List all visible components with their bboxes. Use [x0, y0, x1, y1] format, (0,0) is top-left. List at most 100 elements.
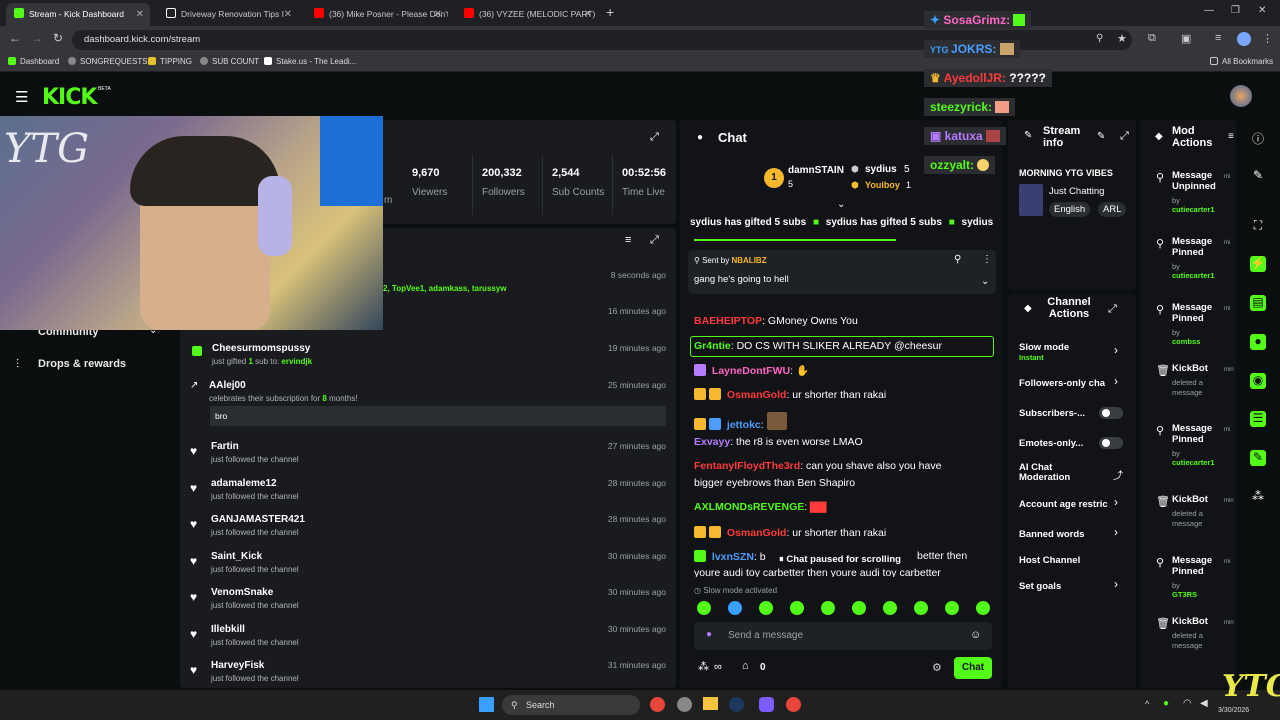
user-avatar[interactable] [1230, 85, 1252, 107]
chat-paused-banner[interactable]: ⏸ Chat paused for scrolling [775, 552, 905, 568]
tray-app-icon[interactable]: ● [1163, 698, 1169, 709]
emote-button[interactable] [759, 601, 773, 615]
chat-icon[interactable]: ● [1250, 334, 1266, 350]
subscribers-only-toggle[interactable] [1099, 407, 1123, 419]
bookmark-dashboard[interactable]: Dashboard [8, 57, 59, 66]
chat-user[interactable]: Exvayy [694, 436, 730, 448]
action-banned-words[interactable]: Banned words [1019, 529, 1084, 540]
emote-button[interactable] [728, 601, 742, 615]
close-icon[interactable]: ✕ [284, 3, 292, 26]
expand-icon[interactable]: ⤢ [1108, 303, 1117, 316]
emote-button[interactable] [852, 601, 866, 615]
mod-action-user[interactable]: combss [1172, 337, 1236, 346]
chat-user[interactable]: BAEHEIPTOP [694, 315, 762, 327]
edit-icon[interactable]: ✎ [1250, 168, 1266, 184]
mod-action-user[interactable]: cutiecarter1 [1172, 205, 1236, 214]
folder-icon[interactable] [703, 697, 718, 710]
taskbar-search[interactable]: ⚲ Search [502, 695, 640, 715]
wrench-icon[interactable]: ✎ [1250, 450, 1266, 466]
external-link-icon[interactable]: ⤴ [1113, 467, 1123, 482]
tab-stream-dashboard[interactable]: Stream - Kick Dashboard ✕ [6, 3, 150, 26]
chrome-icon[interactable] [650, 697, 665, 712]
tag-arl[interactable]: ARL [1098, 202, 1127, 217]
action-slow-mode[interactable]: Slow mode Instant [1019, 342, 1069, 362]
steam-icon[interactable] [729, 697, 744, 712]
info-icon[interactable]: ⓘ [1250, 130, 1266, 146]
bookmark-stake[interactable]: Stake.us - The Leadi... [264, 57, 356, 66]
chat-user[interactable]: lvxnSZN [712, 551, 754, 563]
gift-icon[interactable]: ⌂ [742, 660, 749, 672]
extensions-icon[interactable]: ⧉ [1148, 32, 1156, 45]
stream-category[interactable]: Just Chatting [1049, 186, 1104, 197]
bookmark-tipping[interactable]: TIPPING [148, 57, 192, 66]
star-icon[interactable]: ★ [1117, 32, 1127, 45]
action-subscribers-only[interactable]: Subscribers-... [1019, 408, 1085, 419]
settings-gear-icon[interactable]: ⚙ [932, 661, 942, 674]
filter-icon[interactable]: ≡ [625, 234, 631, 246]
emote-button[interactable] [976, 601, 990, 615]
action-account-age[interactable]: Account age restric [1019, 499, 1108, 510]
forward-icon[interactable]: → [31, 31, 43, 45]
edit-icon[interactable]: ✎ [1097, 131, 1105, 142]
tray-chevron-icon[interactable]: ^ [1145, 699, 1149, 709]
send-chat-button[interactable]: Chat [954, 657, 992, 679]
new-tab-button[interactable]: + [606, 4, 614, 20]
menu-icon[interactable]: ≡ [1228, 131, 1234, 142]
kick-logo[interactable]: KICK [42, 85, 97, 110]
chevron-right-icon[interactable]: › [1114, 577, 1118, 591]
reload-icon[interactable]: ↻ [53, 31, 63, 45]
hamburger-menu-icon[interactable]: ☰ [15, 88, 28, 106]
close-icon[interactable]: ✕ [584, 3, 592, 26]
action-followers-only[interactable]: Followers-only cha [1019, 378, 1105, 389]
feed-user[interactable]: Illebkill [211, 624, 666, 635]
chevron-right-icon[interactable]: › [1114, 525, 1118, 539]
chevron-right-icon[interactable]: › [1114, 495, 1118, 509]
emote-button[interactable] [883, 601, 897, 615]
sidepanel-icon[interactable]: ▣ [1181, 32, 1191, 45]
chat-user[interactable]: AXLMONDsREVENGE [694, 501, 804, 513]
all-bookmarks[interactable]: All Bookmarks [1210, 57, 1273, 66]
action-set-goals[interactable]: Set goals [1019, 581, 1061, 592]
chat-user[interactable]: Gr4ntie [694, 340, 731, 352]
more-apps-icon[interactable]: ⁂ [1250, 489, 1266, 505]
gifter-name[interactable]: damnSTAIN [788, 165, 844, 176]
action-emotes-only[interactable]: Emotes-only... [1019, 438, 1083, 449]
emoji-icon[interactable]: ☺ [970, 629, 981, 641]
document-icon[interactable]: ▤ [1250, 295, 1266, 311]
chrome-icon[interactable] [786, 697, 801, 712]
minimize-button[interactable]: — [1204, 5, 1214, 16]
tab-mike-posner[interactable]: (36) Mike Posner - Please Don't ✕ [306, 3, 448, 26]
feed-user[interactable]: VenomSnake [211, 587, 666, 598]
gifter-name[interactable]: sydius [865, 164, 897, 175]
feed-target[interactable]: ervindjk [281, 357, 312, 366]
mod-action-user[interactable]: GT3RS [1172, 590, 1236, 599]
mod-action-user[interactable]: cutiecarter1 [1172, 458, 1236, 467]
tag-english[interactable]: English [1049, 202, 1091, 217]
points-icon[interactable]: ⁂ [698, 660, 709, 673]
wifi-icon[interactable]: ◠ [1183, 698, 1192, 709]
discord-icon[interactable] [759, 697, 774, 712]
back-icon[interactable]: ← [9, 31, 21, 45]
bookmark-subcount[interactable]: SUB COUNT [200, 57, 259, 66]
feed-user[interactable]: Cheesurmomspussy [212, 343, 666, 354]
expand-icon[interactable]: ⤢ [650, 234, 659, 247]
more-icon[interactable]: ⋮ [982, 254, 992, 265]
feed-user[interactable]: AAlej00 [209, 380, 666, 391]
mic-icon[interactable]: ● [706, 629, 712, 640]
chat-user[interactable]: OsmanGold [727, 389, 787, 401]
window-close-button[interactable]: ✕ [1258, 5, 1266, 16]
volume-icon[interactable]: ◀ [1200, 698, 1208, 709]
zoom-icon[interactable]: ⚲ [1096, 33, 1103, 44]
chat-user[interactable]: LayneDontFWU [712, 365, 790, 377]
profile-avatar[interactable] [1237, 32, 1251, 46]
nav-drops-rewards[interactable]: Drops & rewards [38, 358, 126, 370]
chat-user[interactable]: jettokc [727, 419, 761, 431]
lightning-icon[interactable]: ⚡ [1250, 256, 1266, 272]
feed-user[interactable]: HarveyFisk [211, 660, 666, 671]
emote-button[interactable] [945, 601, 959, 615]
collapse-icon[interactable]: ⌄ [837, 199, 845, 210]
mod-action-user[interactable]: cutiecarter1 [1172, 271, 1236, 280]
emotes-only-toggle[interactable] [1099, 437, 1123, 449]
chevron-down-icon[interactable]: ⌄ [981, 276, 989, 287]
list-icon[interactable]: ☰ [1250, 411, 1266, 427]
